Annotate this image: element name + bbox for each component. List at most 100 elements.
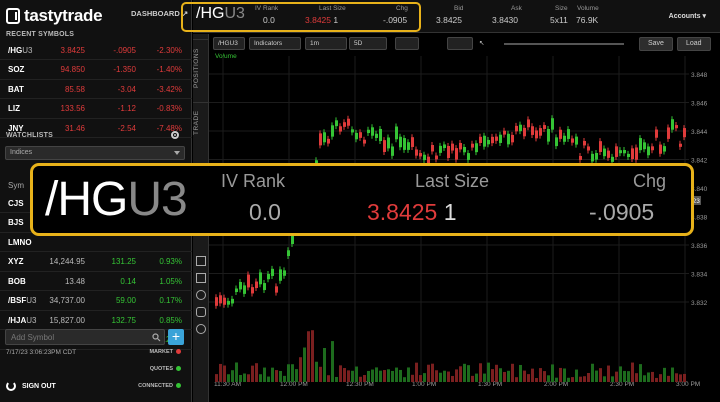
volume-bar [319, 366, 322, 382]
add-symbol-button[interactable]: + [168, 329, 184, 345]
candle [215, 297, 218, 306]
candle [611, 156, 614, 162]
candle [387, 137, 390, 149]
candle [623, 149, 626, 154]
symbol-row[interactable]: /BSFU3 34,737.00 59.00 0.17% [0, 292, 192, 311]
market-status-dot [176, 349, 181, 355]
row-percent: 0.93% [159, 257, 182, 266]
settings-icon[interactable] [196, 324, 206, 334]
chart-icon[interactable] [196, 256, 206, 266]
candle [547, 128, 550, 142]
indicators-button[interactable]: Indicators [249, 37, 301, 50]
volume-bar [367, 370, 370, 382]
recent-symbols-title: RECENT SYMBOLS [6, 31, 75, 38]
symbol-row[interactable]: LIZ 133.56 -1.12 -0.83% [0, 100, 192, 119]
people-icon[interactable] [196, 307, 206, 317]
symbol-row[interactable]: XYZ 14,244.95 131.25 0.93% [0, 253, 192, 272]
size-label: Size [555, 5, 568, 12]
candle [563, 135, 566, 142]
volume-bar [291, 364, 294, 382]
symbol-row[interactable]: /HGU3 3.8425 -.0905 -2.30% [0, 41, 192, 60]
candle [223, 297, 226, 305]
load-button[interactable]: Load [677, 37, 711, 51]
candle [471, 143, 474, 148]
volume-bar [355, 366, 358, 382]
candle [367, 129, 370, 134]
symbol-row[interactable]: BOB 13.48 0.14 1.05% [0, 272, 192, 291]
candle [411, 137, 414, 147]
zoom-chg-value: -.0905 [589, 199, 655, 225]
cursor-icon[interactable]: ↖ [475, 37, 493, 50]
volume-bar [243, 373, 246, 382]
candle [287, 250, 290, 256]
candle [347, 118, 350, 126]
volume-bar [655, 377, 658, 382]
zoom-chg-label: Chg [633, 171, 667, 191]
tab-positions[interactable]: POSITIONS [193, 39, 209, 97]
candle [383, 140, 386, 152]
volume-bar [271, 367, 274, 382]
volume-bar [323, 347, 326, 382]
brand-name: tastytrade [24, 6, 103, 25]
row-symbol: /HJAU3 [8, 316, 36, 325]
drawing-tools-icon[interactable] [447, 37, 473, 50]
candle [511, 134, 514, 143]
candle [603, 148, 606, 157]
y-tick-label: 3.836 [691, 243, 708, 250]
save-button[interactable]: Save [639, 37, 673, 51]
row-symbol: /HGU3 [8, 46, 32, 55]
add-symbol-placeholder: Add Symbol [11, 333, 55, 342]
volume-bar [423, 373, 426, 382]
chart-symbol[interactable]: /HGU3 [213, 37, 245, 50]
interval-select[interactable]: 1m [305, 37, 347, 50]
tab-trade[interactable]: TRADE [193, 102, 209, 142]
activity-icon[interactable] [196, 290, 206, 300]
add-symbol-input[interactable]: Add Symbol [5, 329, 165, 345]
volume-bar [387, 369, 390, 382]
symbol-row[interactable]: BAT 85.58 -3.04 -3.42% [0, 80, 192, 99]
watchlist-select[interactable]: Indices [5, 146, 185, 160]
row-symbol: /BSFU3 [8, 296, 36, 305]
volume-bar [603, 376, 606, 382]
accounts-menu[interactable]: Accounts ▾ [669, 12, 706, 20]
bid-label: Bid [454, 5, 464, 12]
zoom-slider[interactable] [504, 43, 624, 45]
symbol-row[interactable]: SOZ 94.850 -1.350 -1.40% [0, 61, 192, 80]
candle [323, 132, 326, 143]
y-tick-label: 3.846 [691, 101, 708, 108]
row-symbol-root: SOZ [8, 65, 25, 74]
y-tick-label: 3.842 [691, 158, 708, 165]
symbol-row[interactable]: /HJAU3 15,827.00 132.75 0.85% [0, 311, 192, 330]
dashboard-link[interactable]: DASHBOARD ↗ [131, 9, 188, 18]
candle [279, 269, 282, 281]
row-symbol-root: BAT [8, 84, 24, 94]
volume-bar [519, 364, 522, 382]
gear-icon[interactable] [170, 130, 180, 140]
volume-bar [347, 370, 350, 382]
grid-icon[interactable] [196, 273, 206, 283]
candle [371, 127, 374, 136]
volume-bar [511, 363, 514, 382]
watchlists-title: WATCHLISTS [6, 132, 53, 139]
symbol-column-header[interactable]: Sym [8, 181, 24, 190]
candle [255, 281, 258, 289]
volume-bar [583, 376, 586, 382]
brand-logo[interactable]: tastytrade [6, 3, 103, 29]
candle [671, 119, 674, 130]
candle [239, 281, 242, 290]
volume-bar [647, 372, 650, 382]
candle [499, 134, 502, 143]
volume-bar [599, 368, 602, 382]
candle [331, 125, 334, 137]
volume-bar [287, 364, 290, 382]
row-percent: -0.83% [156, 104, 182, 113]
candle [235, 288, 238, 293]
chart-type-icon[interactable] [395, 37, 419, 50]
row-symbol-suffix: U3 [26, 296, 37, 305]
volume-bar [371, 369, 374, 382]
volume-bar [391, 370, 394, 382]
volume-bar [507, 370, 510, 382]
range-select[interactable]: 5D [349, 37, 387, 50]
volume-bar [523, 370, 526, 382]
sign-out-button[interactable]: SIGN OUT [6, 381, 56, 391]
